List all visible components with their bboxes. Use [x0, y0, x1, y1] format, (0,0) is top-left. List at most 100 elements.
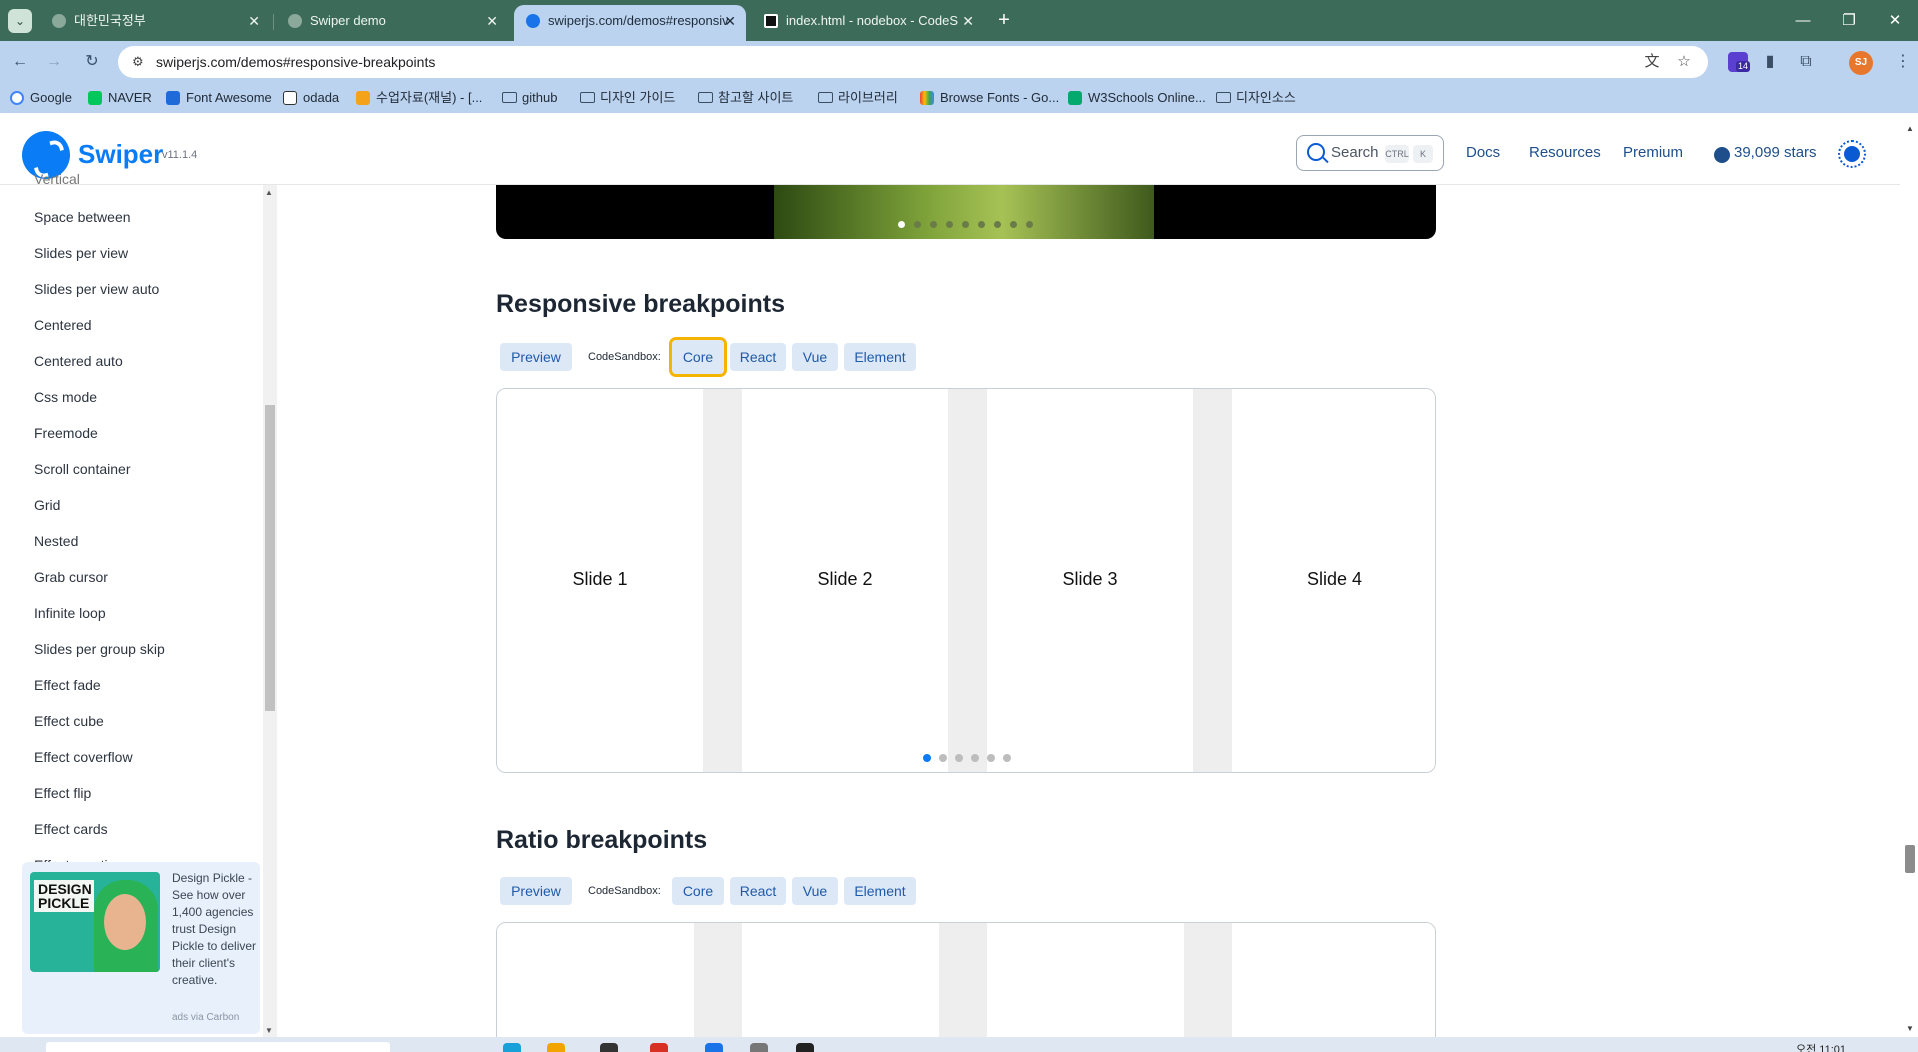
- sidebar-item-slides-per-view[interactable]: Slides per view: [34, 245, 128, 261]
- taskbar-clock[interactable]: 오전 11:01: [1796, 1041, 1846, 1052]
- nav-docs[interactable]: Docs: [1466, 113, 1500, 193]
- bookmark-font-awesome[interactable]: Font Awesome: [166, 83, 272, 113]
- pagination-dot[interactable]: [930, 221, 937, 228]
- sidebar-item-grid[interactable]: Grid: [34, 497, 60, 513]
- translate-icon[interactable]: 文: [1642, 52, 1662, 72]
- profile-avatar[interactable]: SJ: [1849, 51, 1873, 75]
- element-button[interactable]: Element: [844, 343, 916, 371]
- pagination-dot[interactable]: [978, 221, 985, 228]
- sidebar-item-effect-cube[interactable]: Effect cube: [34, 713, 104, 729]
- sidebar-item-centered[interactable]: Centered: [34, 317, 92, 333]
- omnibox[interactable]: ⚙ swiperjs.com/demos#responsive-breakpoi…: [118, 46, 1708, 78]
- sidebar-item-effect-fade[interactable]: Effect fade: [34, 677, 101, 693]
- sidebar-item-slides-per-view-auto[interactable]: Slides per view auto: [34, 281, 159, 297]
- sidebar-item-infinite-loop[interactable]: Infinite loop: [34, 605, 106, 621]
- pagination-dot[interactable]: [946, 221, 953, 228]
- tab-korean-gov[interactable]: 대한민국정부 ✕: [40, 5, 270, 41]
- tab-search-chevron-icon[interactable]: ⌄: [8, 9, 32, 33]
- sidebar-item-slides-per-group-skip[interactable]: Slides per group skip: [34, 641, 165, 657]
- preview-button[interactable]: Preview: [500, 877, 572, 905]
- core-button[interactable]: Core: [669, 337, 727, 377]
- pagination-dot[interactable]: [914, 221, 921, 228]
- previous-demo-slider[interactable]: [496, 185, 1436, 239]
- close-tab-icon[interactable]: ✕: [248, 5, 260, 37]
- sidebar-item-space-between[interactable]: Space between: [34, 209, 131, 225]
- pagination-dot[interactable]: [1003, 754, 1011, 762]
- reload-icon[interactable]: ↻: [80, 50, 104, 74]
- sidebar-scroll-up-icon[interactable]: ▲: [265, 188, 273, 197]
- sidebar-scroll-thumb[interactable]: [265, 405, 275, 711]
- taskbar-app-icon[interactable]: [600, 1043, 618, 1052]
- sidebar-item-freemode[interactable]: Freemode: [34, 425, 98, 441]
- bookmark-reference-sites[interactable]: 참고할 사이트: [698, 83, 793, 113]
- slide[interactable]: [987, 923, 1184, 1052]
- close-tab-icon[interactable]: ✕: [486, 5, 498, 37]
- close-tab-icon[interactable]: ✕: [724, 5, 736, 37]
- pagination-dot[interactable]: [898, 221, 905, 228]
- bookmark-odada[interactable]: odada: [283, 83, 339, 113]
- tab-swiper-demo[interactable]: Swiper demo ✕: [276, 5, 508, 41]
- extensions-puzzle-icon[interactable]: ⧉: [1796, 52, 1816, 72]
- page-scroll-up-icon[interactable]: ▲: [1906, 124, 1914, 133]
- sidebar-item-effect-coverflow[interactable]: Effect coverflow: [34, 749, 133, 765]
- tab-swiperjs-active[interactable]: swiperjs.com/demos#responsiv ✕: [514, 5, 746, 41]
- element-button[interactable]: Element: [844, 877, 916, 905]
- sidebar-item-centered-auto[interactable]: Centered auto: [34, 353, 123, 369]
- pagination-dot-active[interactable]: [923, 754, 931, 762]
- taskbar-app-icon[interactable]: [650, 1043, 668, 1052]
- taskbar-app-icon[interactable]: [750, 1043, 768, 1052]
- site-info-icon[interactable]: ⚙: [132, 54, 148, 70]
- vue-button[interactable]: Vue: [792, 877, 838, 905]
- taskbar-app-icon[interactable]: [796, 1043, 814, 1052]
- extension-icon[interactable]: 14: [1728, 52, 1751, 72]
- pagination-dot[interactable]: [994, 221, 1001, 228]
- bookmark-naver[interactable]: NAVER: [88, 83, 152, 113]
- ratio-breakpoints-demo[interactable]: [496, 922, 1436, 1052]
- bookmark-github[interactable]: github: [502, 83, 557, 113]
- new-tab-plus-icon[interactable]: +: [992, 6, 1016, 34]
- sidebar-item-vertical[interactable]: Vertical: [34, 171, 80, 187]
- pagination-dot[interactable]: [971, 754, 979, 762]
- ad-via-carbon[interactable]: ads via Carbon: [172, 1012, 239, 1023]
- pagination-dot[interactable]: [955, 754, 963, 762]
- slide[interactable]: [1232, 923, 1435, 1052]
- sidebar-item-nested[interactable]: Nested: [34, 533, 78, 549]
- preview-button[interactable]: Preview: [500, 343, 572, 371]
- nav-resources[interactable]: Resources: [1529, 113, 1601, 193]
- pagination-dot[interactable]: [939, 754, 947, 762]
- sidebar-item-effect-cards[interactable]: Effect cards: [34, 821, 108, 837]
- pagination-dot[interactable]: [1010, 221, 1017, 228]
- slide[interactable]: [497, 923, 694, 1052]
- core-button[interactable]: Core: [672, 877, 724, 905]
- search-button[interactable]: Search CTRL K: [1296, 135, 1444, 171]
- carbon-ad[interactable]: DESIGN PICKLE Design Pickle - See how ov…: [22, 862, 260, 1034]
- bookmark-library[interactable]: 라이브러리: [818, 83, 898, 113]
- pagination-dot[interactable]: [1026, 221, 1033, 228]
- nav-github-stars[interactable]: 39,099 stars: [1734, 113, 1817, 193]
- back-arrow-icon[interactable]: ←: [8, 50, 32, 74]
- taskbar-app-icon[interactable]: [705, 1043, 723, 1052]
- page-scroll-thumb[interactable]: [1905, 845, 1915, 873]
- forward-arrow-icon[interactable]: →: [42, 50, 66, 74]
- bookmark-star-icon[interactable]: ☆: [1674, 52, 1694, 72]
- close-window-icon[interactable]: ✕: [1872, 0, 1918, 41]
- bookmark-google-fonts[interactable]: Browse Fonts - Go...: [920, 83, 1059, 113]
- ad-image[interactable]: DESIGN PICKLE: [30, 872, 160, 972]
- browser-menu-icon[interactable]: ⋮: [1893, 52, 1913, 72]
- pagination-dot[interactable]: [962, 221, 969, 228]
- sidebar-item-css-mode[interactable]: Css mode: [34, 389, 97, 405]
- bookmark-w3schools[interactable]: W3Schools Online...: [1068, 83, 1206, 113]
- reading-list-icon[interactable]: ▮: [1760, 52, 1780, 72]
- taskbar-app-icon[interactable]: [503, 1043, 521, 1052]
- responsive-breakpoints-demo[interactable]: Slide 1 Slide 2 Slide 3 Slide 4: [496, 388, 1436, 773]
- taskbar-app-icon[interactable]: [547, 1043, 565, 1052]
- restore-icon[interactable]: ❐: [1826, 0, 1872, 41]
- bookmark-design-source[interactable]: 디자인소스: [1216, 83, 1296, 113]
- page-scroll-down-icon[interactable]: ▼: [1906, 1024, 1914, 1033]
- slide[interactable]: Slide 2: [742, 389, 948, 772]
- bookmark-design-guide[interactable]: 디자인 가이드: [580, 83, 675, 113]
- vue-button[interactable]: Vue: [792, 343, 838, 371]
- nav-premium[interactable]: Premium: [1623, 113, 1683, 193]
- bookmark-google[interactable]: Google: [10, 83, 72, 113]
- minimize-icon[interactable]: —: [1780, 0, 1826, 41]
